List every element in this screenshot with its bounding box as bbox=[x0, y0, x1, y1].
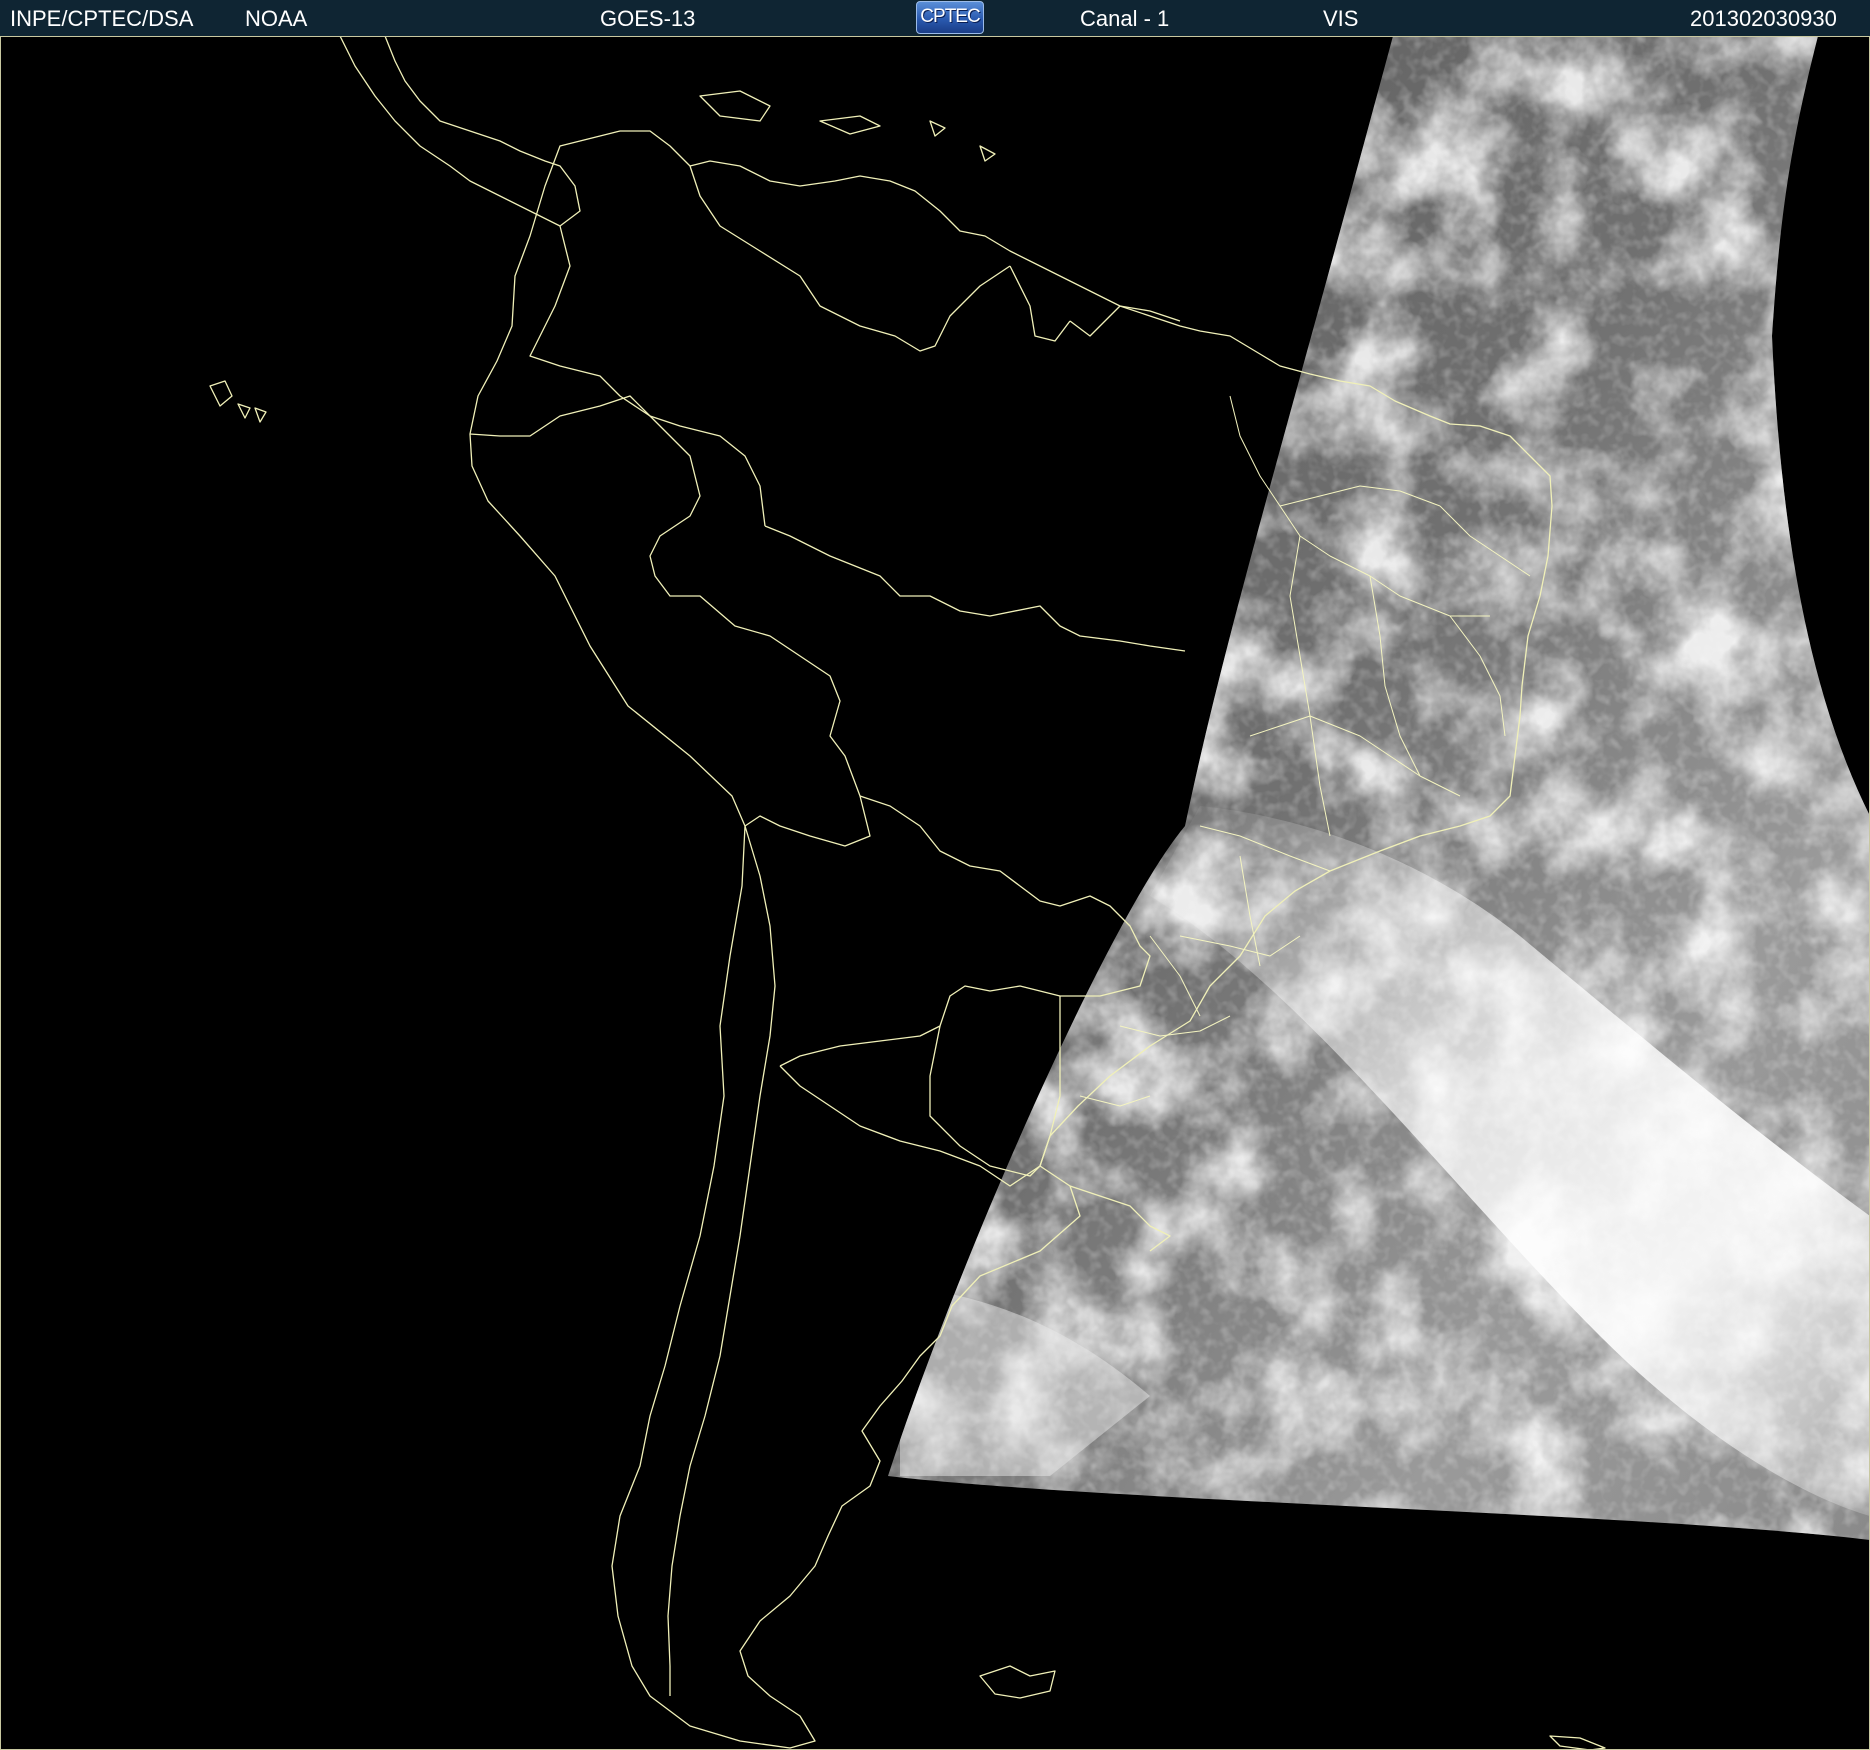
band-label: VIS bbox=[1323, 6, 1359, 31]
caribbean-islands bbox=[699, 90, 996, 162]
south-georgia-island bbox=[1549, 1735, 1606, 1750]
map-svg bbox=[0, 36, 1870, 1750]
logo-text: CPTEC bbox=[920, 6, 980, 27]
agency-label: NOAA bbox=[245, 6, 308, 31]
chile-argentina-border bbox=[667, 825, 776, 1696]
colombia-border bbox=[529, 225, 766, 527]
cptec-logo: CPTEC bbox=[916, 1, 984, 34]
image-header: INPE/CPTEC/DSA NOAA GOES-13 CPTEC Canal … bbox=[0, 0, 1870, 37]
brazil-west-border bbox=[764, 525, 1186, 652]
argentina-border bbox=[779, 1065, 1041, 1187]
institution-label: INPE/CPTEC/DSA bbox=[10, 6, 194, 31]
imagery-swath bbox=[888, 36, 1870, 1540]
ecuador-border bbox=[469, 395, 651, 437]
falkland-islands bbox=[979, 1665, 1056, 1699]
satellite-map bbox=[0, 36, 1870, 1750]
peru-border bbox=[649, 415, 871, 847]
guyana-borders bbox=[1009, 265, 1181, 342]
channel-label: Canal - 1 bbox=[1080, 6, 1170, 31]
central-america-coastline bbox=[339, 36, 581, 227]
venezuela-border bbox=[689, 165, 1011, 352]
satellite-label: GOES-13 bbox=[600, 6, 696, 31]
timestamp-label: 201302030930 bbox=[1690, 6, 1837, 31]
galapagos-islands bbox=[209, 380, 267, 423]
